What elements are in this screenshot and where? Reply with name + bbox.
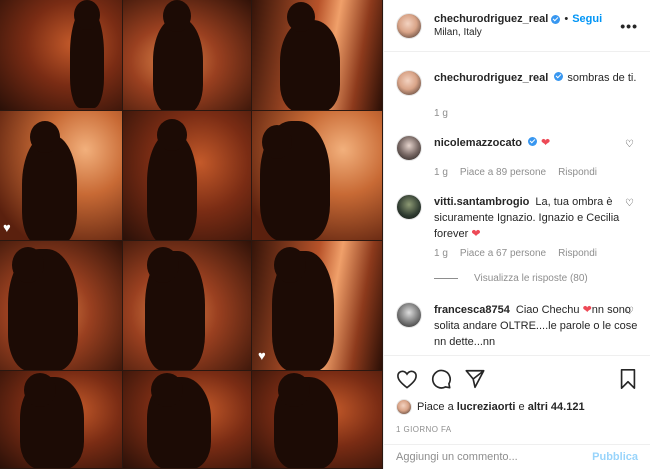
author-avatar[interactable]	[396, 12, 422, 39]
photo-collage: ♥ ♥	[0, 0, 383, 469]
author-username[interactable]: chechurodriguez_real	[434, 13, 548, 25]
heart-icon: ♥	[258, 348, 266, 363]
author-avatar[interactable]	[396, 70, 422, 96]
comment-item: francesca8754 Ciao Chechu ❤nn sono solit…	[396, 302, 638, 350]
heart-icon[interactable]	[396, 369, 418, 389]
comments-list[interactable]: chechurodriguez_real sombras de ti. 1 g n…	[384, 53, 650, 355]
likes-mid: e	[518, 401, 525, 413]
post-media[interactable]: ♥ ♥	[0, 0, 383, 469]
reply-button[interactable]: Rispondi	[558, 167, 597, 178]
comment-text-block: nicolemazzocato ❤	[434, 135, 638, 161]
comment-text-block: francesca8754 Ciao Chechu ❤nn sono solit…	[434, 302, 638, 350]
verified-badge-icon	[551, 14, 561, 24]
like-comment-icon[interactable]: ♡	[625, 198, 634, 209]
post-location[interactable]: Milan, Italy	[434, 27, 620, 38]
verified-badge-icon	[554, 72, 564, 81]
comment-text: Ciao Chechu	[515, 304, 580, 316]
comment-username[interactable]: francesca8754	[434, 304, 510, 316]
post-header: chechurodriguez_real • Segui Milan, Ital…	[384, 0, 650, 52]
comment-meta: 1 g Piace a 89 persone Rispondi	[434, 167, 638, 178]
liker-avatar[interactable]	[396, 399, 412, 415]
red-heart-emoji: ❤	[471, 228, 481, 240]
collage-tile	[252, 0, 383, 111]
comment-likes[interactable]: Piace a 89 persone	[460, 167, 546, 178]
collage-tile	[0, 371, 123, 469]
post-side-panel: chechurodriguez_real • Segui Milan, Ital…	[383, 0, 650, 469]
author-info: chechurodriguez_real • Segui Milan, Ital…	[434, 13, 620, 38]
follow-button[interactable]: Segui	[572, 13, 602, 25]
commenter-avatar[interactable]	[396, 194, 422, 220]
collage-tile	[252, 371, 383, 469]
caption-meta: 1 g	[434, 108, 638, 119]
reply-button[interactable]: Rispondi	[558, 248, 597, 259]
caption-username[interactable]: chechurodriguez_real	[434, 72, 548, 84]
caption-time[interactable]: 1 g	[434, 108, 448, 119]
collage-tile	[0, 241, 123, 371]
collage-tile	[252, 111, 383, 241]
collage-tile: ♥	[0, 111, 123, 241]
view-replies-label: Visualizza le risposte (80)	[474, 273, 588, 284]
share-icon[interactable]	[464, 368, 486, 390]
commenter-avatar[interactable]	[396, 135, 422, 161]
comment-icon[interactable]	[430, 368, 452, 390]
comment-item: nicolemazzocato ❤ ♡	[396, 135, 638, 161]
more-horizontal-icon[interactable]: •••	[620, 18, 638, 34]
comment-likes[interactable]: Piace a 67 persone	[460, 248, 546, 259]
view-replies-button[interactable]: Visualizza le risposte (80)	[434, 273, 638, 284]
publish-button[interactable]: Pubblica	[592, 451, 638, 463]
comment-username[interactable]: nicolemazzocato	[434, 137, 522, 149]
comment-input[interactable]	[396, 451, 593, 463]
separator-dot: •	[564, 13, 569, 25]
replies-line	[434, 278, 458, 279]
commenter-avatar[interactable]	[396, 302, 422, 328]
bookmark-icon[interactable]	[618, 368, 638, 390]
caption-text: sombras de ti.	[567, 72, 637, 84]
comment-text-block: vitti.santambrogio La, tua ombra è sicur…	[434, 194, 638, 242]
add-comment-bar: Pubblica	[384, 444, 650, 469]
post-timestamp[interactable]: 1 GIORNO FA	[396, 425, 638, 434]
action-icons	[396, 364, 638, 394]
likes-others-count[interactable]: altri 44.121	[528, 401, 585, 413]
heart-icon: ♥	[3, 220, 11, 235]
collage-tile	[123, 241, 252, 371]
like-comment-icon[interactable]: ♡	[625, 306, 634, 317]
red-heart-emoji: ❤	[541, 137, 551, 149]
comment-meta: 1 g Piace a 67 persone Rispondi	[434, 248, 638, 259]
post-actions: Piace a lucreziaorti e altri 44.121 1 GI…	[384, 355, 650, 434]
caption-text-block: chechurodriguez_real sombras de ti.	[434, 70, 638, 96]
comment-time[interactable]: 1 g	[434, 167, 448, 178]
red-heart-emoji: ❤	[582, 304, 592, 316]
likes-summary: Piace a lucreziaorti e altri 44.121	[396, 399, 638, 415]
comment-item: vitti.santambrogio La, tua ombra è sicur…	[396, 194, 638, 242]
collage-tile	[0, 0, 123, 111]
collage-tile: ♥	[252, 241, 383, 371]
like-comment-icon[interactable]: ♡	[625, 139, 634, 150]
verified-badge-icon	[528, 137, 538, 146]
collage-tile	[123, 111, 252, 241]
comment-username[interactable]: vitti.santambrogio	[434, 196, 529, 208]
comment-time[interactable]: 1 g	[434, 248, 448, 259]
liked-by-username[interactable]: lucreziaorti	[457, 401, 516, 413]
collage-tile	[123, 371, 252, 469]
post-caption: chechurodriguez_real sombras de ti.	[396, 53, 638, 96]
collage-tile	[123, 0, 252, 111]
likes-prefix: Piace a	[417, 401, 454, 413]
